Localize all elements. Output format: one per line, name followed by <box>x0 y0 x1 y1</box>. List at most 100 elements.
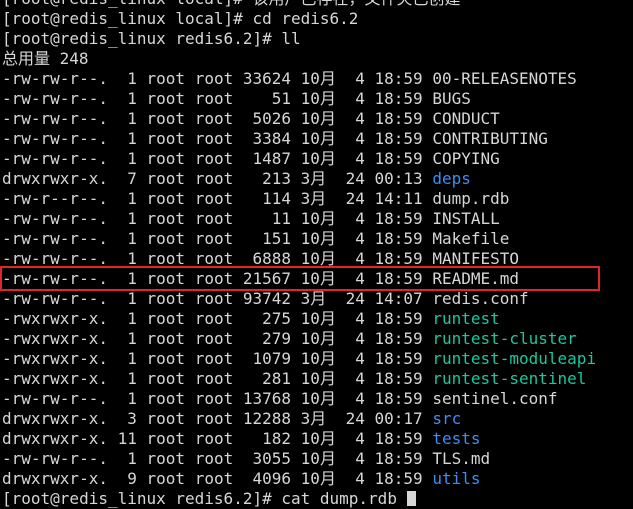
file-size: 151 <box>242 229 292 248</box>
file-size: 182 <box>242 429 292 448</box>
file-permissions: drwxrwxr-x. <box>2 429 108 448</box>
file-name: Makefile <box>432 229 510 248</box>
file-size: 93742 <box>242 289 292 308</box>
file-name: sentinel.conf <box>432 389 558 408</box>
file-permissions: -rw-rw-r--. <box>2 89 108 108</box>
file-group: root <box>194 209 234 228</box>
file-owner: root <box>146 229 186 248</box>
file-permissions: -rwxrwxr-x. <box>2 329 108 348</box>
file-day: 4 <box>345 249 365 268</box>
file-time: 18:59 <box>374 149 423 168</box>
file-month: 10月 <box>300 69 336 88</box>
file-group: root <box>194 349 234 368</box>
file-links: 9 <box>117 469 137 488</box>
file-time: 18:59 <box>374 89 423 108</box>
file-group: root <box>194 149 234 168</box>
file-name: utils <box>432 469 481 488</box>
file-permissions: -rw-rw-r--. <box>2 149 108 168</box>
file-size: 4096 <box>242 469 292 488</box>
file-month: 10月 <box>300 109 336 128</box>
terminal-line-prompt[interactable]: [root@redis_linux redis6.2]# cat dump.rd… <box>2 489 633 509</box>
file-owner: root <box>146 349 186 368</box>
file-month: 10月 <box>300 369 336 388</box>
file-row: drwxrwxr-x. 7 root root 213 3月 24 00:13 … <box>2 169 633 189</box>
file-links: 1 <box>117 229 137 248</box>
file-row: -rw-rw-r--. 1 root root 5026 10月 4 18:59… <box>2 109 633 129</box>
file-name: dump.rdb <box>432 189 510 208</box>
file-row: -rw-r--r--. 1 root root 114 3月 24 14:11 … <box>2 189 633 209</box>
file-owner: root <box>146 89 186 108</box>
file-group: root <box>194 389 234 408</box>
file-links: 1 <box>117 309 137 328</box>
file-row: -rw-rw-r--. 1 root root 51 10月 4 18:59 B… <box>2 89 633 109</box>
file-day: 4 <box>345 209 365 228</box>
file-month: 10月 <box>300 129 336 148</box>
file-owner: root <box>146 369 186 388</box>
file-links: 1 <box>117 189 137 208</box>
file-day: 4 <box>345 269 365 288</box>
file-month: 10月 <box>300 229 336 248</box>
file-name: runtest <box>432 309 500 328</box>
file-month: 3月 <box>300 189 336 208</box>
file-permissions: -rwxrwxr-x. <box>2 369 108 388</box>
file-group: root <box>194 89 234 108</box>
file-links: 1 <box>117 109 137 128</box>
file-day: 24 <box>345 189 365 208</box>
file-name: runtest-cluster <box>432 329 577 348</box>
file-day: 4 <box>345 349 365 368</box>
file-listing: -rw-rw-r--. 1 root root 33624 10月 4 18:5… <box>2 69 633 489</box>
file-day: 4 <box>345 309 365 328</box>
file-permissions: -rwxrwxr-x. <box>2 309 108 328</box>
file-day: 4 <box>345 429 365 448</box>
file-links: 1 <box>117 89 137 108</box>
file-name: redis.conf <box>432 289 529 308</box>
file-row: drwxrwxr-x. 9 root root 4096 10月 4 18:59… <box>2 469 633 489</box>
file-permissions: -rw-rw-r--. <box>2 69 108 88</box>
file-group: root <box>194 249 234 268</box>
file-links: 1 <box>117 349 137 368</box>
file-row: -rw-rw-r--. 1 root root 3384 10月 4 18:59… <box>2 129 633 149</box>
file-name: tests <box>432 429 481 448</box>
file-size: 51 <box>242 89 292 108</box>
file-owner: root <box>146 129 186 148</box>
file-day: 24 <box>345 289 365 308</box>
file-row: -rwxrwxr-x. 1 root root 281 10月 4 18:59 … <box>2 369 633 389</box>
file-row: -rwxrwxr-x. 1 root root 1079 10月 4 18:59… <box>2 349 633 369</box>
file-time: 00:13 <box>374 169 423 188</box>
file-row: -rw-rw-r--. 1 root root 93742 3月 24 14:0… <box>2 289 633 309</box>
file-month: 3月 <box>300 409 336 428</box>
file-permissions: drwxrwxr-x. <box>2 169 108 188</box>
file-size: 12288 <box>242 409 292 428</box>
file-day: 4 <box>345 329 365 348</box>
file-size: 279 <box>242 329 292 348</box>
file-row: -rw-rw-r--. 1 root root 6888 10月 4 18:59… <box>2 249 633 269</box>
file-size: 213 <box>242 169 292 188</box>
file-day: 4 <box>345 369 365 388</box>
file-group: root <box>194 289 234 308</box>
file-owner: root <box>146 389 186 408</box>
file-size: 13768 <box>242 389 292 408</box>
file-month: 10月 <box>300 469 336 488</box>
file-group: root <box>194 229 234 248</box>
file-permissions: -rw-rw-r--. <box>2 449 108 468</box>
file-owner: root <box>146 169 186 188</box>
file-links: 11 <box>117 429 137 448</box>
file-links: 1 <box>117 289 137 308</box>
file-time: 18:59 <box>374 249 423 268</box>
file-group: root <box>194 449 234 468</box>
file-group: root <box>194 409 234 428</box>
file-time: 18:59 <box>374 109 423 128</box>
file-name: INSTALL <box>432 209 500 228</box>
terminal-window[interactable]: [root@redis_linux local]# 该用户已存在，文件夹已创建 … <box>2 0 633 509</box>
file-month: 10月 <box>300 209 336 228</box>
file-month: 10月 <box>300 349 336 368</box>
file-name: TLS.md <box>432 449 491 468</box>
file-row: -rw-rw-r--. 1 root root 3055 10月 4 18:59… <box>2 449 633 469</box>
file-group: root <box>194 469 234 488</box>
file-row: -rw-rw-r--. 1 root root 1487 10月 4 18:59… <box>2 149 633 169</box>
file-month: 10月 <box>300 89 336 108</box>
file-row: -rwxrwxr-x. 1 root root 275 10月 4 18:59 … <box>2 309 633 329</box>
file-group: root <box>194 69 234 88</box>
file-owner: root <box>146 469 186 488</box>
file-time: 18:59 <box>374 469 423 488</box>
